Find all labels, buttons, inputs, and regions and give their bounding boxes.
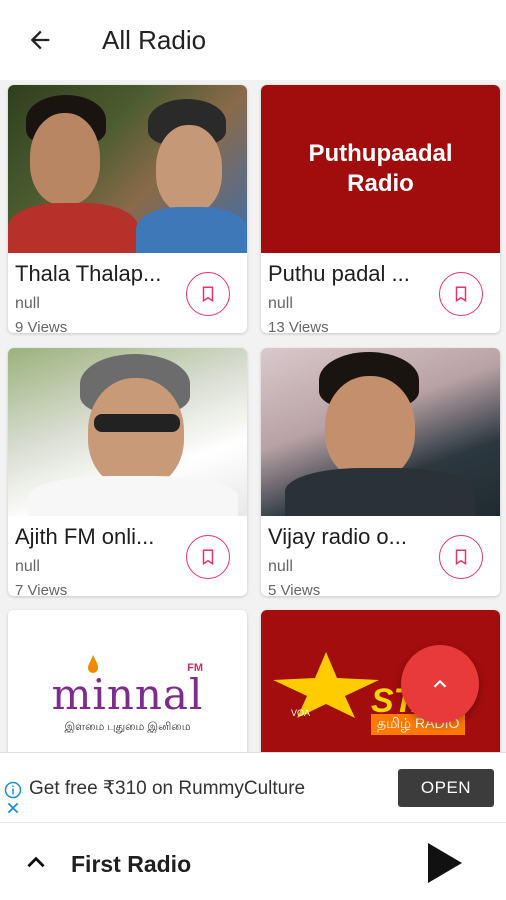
station-logo-text: Puthupaadal Radio: [308, 140, 453, 197]
station-views: 13 Views: [268, 319, 329, 333]
station-card[interactable]: Thala Thalap... null 9 Views: [8, 85, 247, 333]
station-thumbnail: [8, 348, 247, 516]
station-name: Thala Thalap...: [15, 261, 162, 286]
station-thumbnail: [261, 348, 500, 516]
page-title: All Radio: [102, 24, 207, 55]
expand-player-button[interactable]: [20, 847, 52, 879]
ad-banner[interactable]: Get free ₹310 on RummyCulture OPEN: [0, 752, 506, 822]
player-title: First Radio: [71, 851, 192, 877]
chevron-up-icon: [27, 856, 45, 868]
station-views: 5 Views: [268, 582, 321, 596]
station-subtitle: null: [15, 295, 40, 312]
station-views: 9 Views: [15, 319, 68, 333]
info-icon[interactable]: [4, 781, 22, 799]
station-thumbnail: minnal FM இளமை புதுமை இனிமை: [8, 610, 247, 752]
station-card[interactable]: Vijay radio o... null 5 Views: [261, 348, 500, 596]
station-card[interactable]: Ajith FM onli... null 7 Views: [8, 348, 247, 596]
star-icon: [273, 652, 379, 718]
chevron-up-icon: [433, 679, 447, 688]
bookmark-icon: [455, 286, 467, 303]
bookmark-icon: [455, 549, 467, 566]
bookmark-button[interactable]: [186, 535, 230, 579]
arrow-left-icon: [30, 30, 50, 50]
bookmark-button[interactable]: [186, 272, 230, 316]
station-thumbnail: [8, 85, 247, 253]
station-subtitle: null: [268, 558, 293, 575]
bookmark-button[interactable]: [439, 272, 483, 316]
scroll-top-button[interactable]: [401, 645, 479, 723]
bookmark-button[interactable]: [439, 535, 483, 579]
app-bar: All Radio: [0, 0, 506, 80]
ad-text[interactable]: Get free ₹310 on RummyCulture: [29, 777, 305, 800]
station-card[interactable]: minnal FM இளமை புதுமை இனிமை: [8, 610, 247, 752]
station-name: Puthu padal ...: [268, 261, 410, 286]
station-logo-fm: FM: [187, 662, 203, 674]
station-name: Vijay radio o...: [268, 524, 408, 549]
bookmark-icon: [202, 549, 214, 566]
station-logo-tagline: இளமை புதுமை இனிமை: [64, 720, 191, 733]
back-button[interactable]: [0, 0, 80, 80]
station-name: Ajith FM onli...: [15, 524, 155, 549]
station-views: 7 Views: [15, 582, 68, 596]
bookmark-icon: [202, 286, 214, 303]
station-thumbnail: Puthupaadal Radio: [261, 85, 500, 253]
station-subtitle: null: [15, 558, 40, 575]
close-icon[interactable]: [6, 801, 20, 815]
station-subtitle: null: [268, 295, 293, 312]
play-icon: [428, 843, 462, 883]
station-card[interactable]: Puthupaadal Radio Puthu padal ... null 1…: [261, 85, 500, 333]
app-screen: All Radio Thala Thalap... null 9 Views P…: [0, 0, 506, 900]
mini-player[interactable]: First Radio: [0, 822, 506, 900]
station-logo-text: minnal: [51, 669, 204, 719]
ad-open-button[interactable]: OPEN: [398, 769, 494, 807]
station-logo-small: VOA: [291, 708, 311, 718]
play-button[interactable]: [420, 839, 468, 887]
